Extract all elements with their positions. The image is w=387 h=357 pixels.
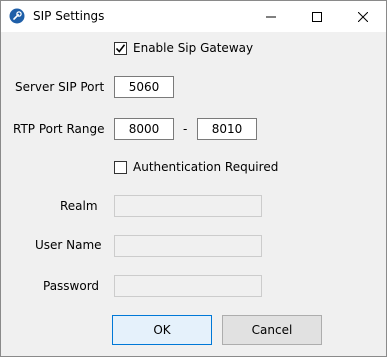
maximize-icon [312, 11, 322, 22]
server-sip-port-input[interactable]: 5060 [114, 76, 174, 98]
window-title: SIP Settings [33, 9, 105, 23]
auth-required-checkbox[interactable] [114, 161, 127, 174]
password-label: Password [43, 279, 100, 293]
rtp-port-to-input[interactable]: 8010 [197, 118, 257, 140]
ok-button[interactable]: OK [112, 315, 212, 345]
password-input[interactable] [114, 275, 262, 297]
wrench-icon [9, 8, 25, 24]
enable-gateway-checkbox[interactable] [114, 42, 127, 55]
cancel-button[interactable]: Cancel [222, 315, 322, 345]
user-name-input[interactable] [114, 235, 262, 257]
rtp-port-from-input[interactable]: 8000 [114, 118, 174, 140]
checkmark-icon [115, 44, 126, 53]
realm-input[interactable] [114, 195, 262, 217]
minimize-button[interactable] [248, 1, 294, 32]
close-button[interactable] [340, 1, 386, 32]
user-name-label: User Name [35, 238, 102, 252]
rtp-port-range-label: RTP Port Range [13, 122, 105, 136]
server-sip-port-label: Server SIP Port [15, 80, 105, 94]
minimize-icon [266, 16, 276, 17]
sip-settings-dialog: SIP Settings Enable Sip Gateway Server S… [0, 0, 387, 357]
maximize-button[interactable] [294, 1, 340, 32]
title-bar[interactable]: SIP Settings [1, 1, 386, 32]
enable-gateway-label[interactable]: Enable Sip Gateway [133, 41, 253, 55]
realm-label: Realm [60, 199, 98, 213]
close-icon [358, 11, 368, 22]
auth-required-label[interactable]: Authentication Required [133, 160, 278, 174]
range-separator: - [183, 122, 188, 136]
